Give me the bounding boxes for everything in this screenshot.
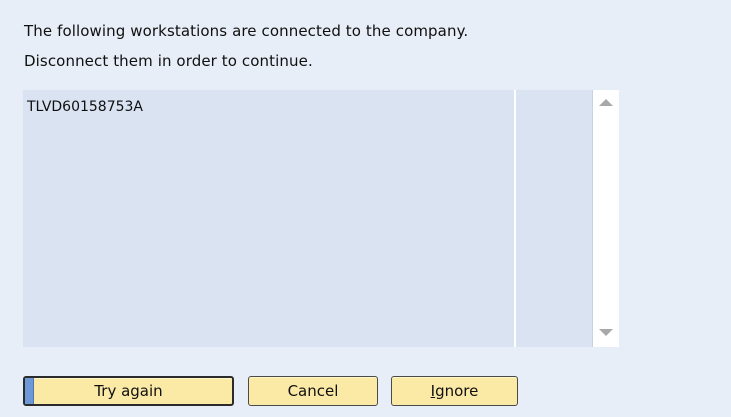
ignore-label-rest: gnore: [435, 382, 479, 400]
ignore-button[interactable]: Ignore: [391, 376, 518, 406]
chevron-down-icon[interactable]: [599, 329, 613, 336]
try-again-button[interactable]: Try again: [23, 376, 234, 406]
list-item[interactable]: TLVD60158753A: [27, 99, 143, 115]
chevron-up-icon[interactable]: [599, 99, 613, 106]
message-line-2: Disconnect them in order to continue.: [24, 52, 313, 70]
message-line-1: The following workstations are connected…: [24, 22, 469, 40]
vertical-scrollbar[interactable]: [592, 90, 619, 347]
workstation-list[interactable]: TLVD60158753A: [23, 90, 619, 347]
focus-indicator: [25, 378, 34, 404]
list-empty-column: [516, 90, 592, 347]
cancel-button[interactable]: Cancel: [248, 376, 378, 406]
try-again-label: Try again: [94, 382, 163, 400]
workstation-list-column: TLVD60158753A: [23, 90, 514, 347]
ignore-label: Ignore: [431, 382, 479, 400]
workstations-dialog: The following workstations are connected…: [0, 0, 731, 417]
cancel-label: Cancel: [287, 382, 339, 400]
